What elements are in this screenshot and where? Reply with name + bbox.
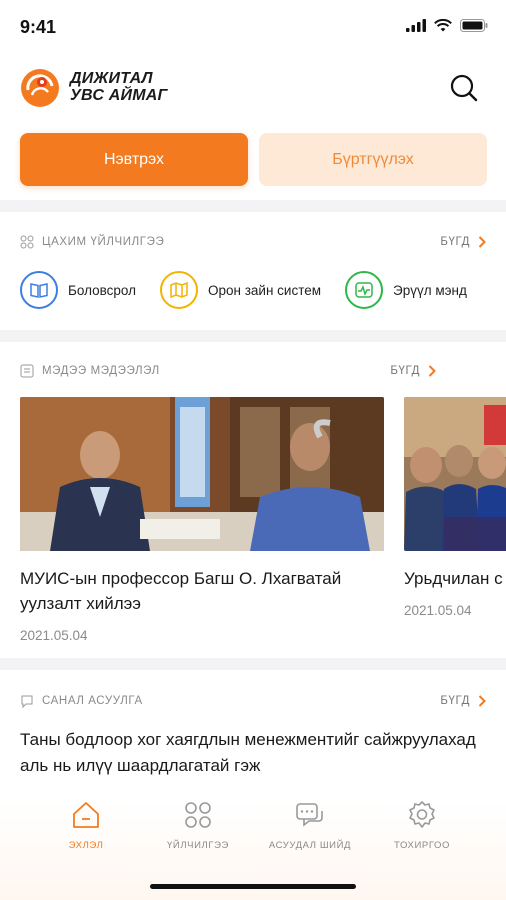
news-section-title: МЭДЭЭ МЭДЭЭЛЭЛ: [42, 365, 160, 377]
news-see-all[interactable]: БҮГД: [390, 365, 436, 377]
chat-icon: [296, 803, 323, 827]
news-title: Урьдчилан с шинжилгээ, с: [404, 569, 506, 588]
grid-icon: [20, 235, 34, 249]
status-time: 9:41: [20, 17, 57, 37]
poll-question[interactable]: Таны бодлоор хог хаягдлын менежментийг с…: [20, 727, 490, 779]
login-button[interactable]: Нэвтрэх: [20, 133, 248, 186]
services-section-title: ЦАХИМ ҮЙЛЧИЛГЭЭ: [42, 236, 165, 248]
news-date: 2021.05.04: [404, 603, 472, 618]
home-indicator: [150, 884, 356, 889]
tab-home[interactable]: ЭХЛЭЛ: [31, 800, 141, 851]
chevron-right-icon: [478, 236, 486, 248]
tab-issue-solve[interactable]: АСУУДАЛ ШИЙД: [255, 800, 365, 851]
news-title: МУИС-ын профессор Багш О. Лхагватай уулз…: [20, 569, 342, 613]
logo-text: ДИЖИТАЛ УВС АЙМАГ: [70, 70, 168, 104]
logo-line2: УВС АЙМАГ: [70, 87, 168, 104]
service-health[interactable]: Эрүүл мэнд: [345, 270, 467, 310]
services-see-all[interactable]: БҮГД: [440, 236, 486, 248]
search-icon[interactable]: [448, 72, 480, 104]
chat-bubble-icon: [21, 695, 33, 708]
battery-icon: [460, 19, 488, 32]
settings-icon: [409, 801, 435, 828]
auth-buttons: Нэвтрэх Бүртгүүлэх: [20, 133, 487, 186]
see-all-label: БҮГД: [440, 695, 470, 707]
signal-icon: [406, 19, 426, 32]
logo-line1: ДИЖИТАЛ: [70, 70, 153, 87]
tab-services[interactable]: ҮЙЛЧИЛГЭЭ: [143, 800, 253, 851]
map-icon: [159, 271, 198, 309]
poll-see-all[interactable]: БҮГД: [440, 695, 486, 707]
section-divider: [0, 200, 506, 212]
tab-label: АСУУДАЛ ШИЙД: [268, 840, 352, 851]
service-spatial-system[interactable]: Орон зайн систем: [159, 270, 322, 310]
news-image: [404, 397, 506, 551]
health-icon: [345, 271, 384, 309]
status-bar: 9:41: [0, 0, 506, 56]
poll-section-title: САНАЛ АСУУЛГА: [42, 695, 143, 707]
see-all-label: БҮГД: [440, 236, 470, 248]
home-icon: [73, 802, 99, 828]
services-list: Боловсрол Орон зайн систем Эрүүл мэнд: [20, 270, 506, 310]
section-divider: [0, 658, 506, 670]
tab-label: ҮЙЛЧИЛГЭЭ: [167, 840, 229, 851]
service-label: Эрүүл мэнд: [393, 282, 467, 298]
logo-icon: [21, 69, 59, 107]
news-date: 2021.05.04: [20, 628, 88, 643]
poll-section-header: САНАЛ АСУУЛГА БҮГД: [20, 692, 486, 710]
services-section-header: ЦАХИМ ҮЙЛЧИЛГЭЭ БҮГД: [20, 233, 486, 251]
section-divider: [0, 330, 506, 342]
service-education[interactable]: Боловсрол: [20, 270, 136, 310]
news-section-header: МЭДЭЭ МЭДЭЭЛЭЛ БҮГД: [20, 362, 486, 380]
register-button[interactable]: Бүртгүүлэх: [259, 133, 487, 186]
tab-label: ТОХИРГОО: [393, 840, 451, 851]
chevron-right-icon: [428, 365, 436, 377]
tab-settings[interactable]: ТОХИРГОО: [367, 800, 477, 851]
service-label: Орон зайн систем: [207, 282, 322, 298]
bottom-tab-bar: ЭХЛЭЛ ҮЙЛЧИЛГЭЭ АСУУДАЛ ШИЙД ТОХИРГОО: [0, 778, 506, 900]
service-label: Боловсрол: [68, 282, 136, 298]
book-icon: [20, 271, 58, 309]
news-card[interactable]: МУИС-ын профессор Багш О. Лхагватай уулз…: [20, 397, 384, 643]
status-icons: [406, 19, 488, 32]
news-card[interactable]: Урьдчилан с шинжилгээ, с 2021.05.04: [404, 397, 506, 618]
chevron-right-icon: [478, 695, 486, 707]
news-image: [20, 397, 384, 551]
news-icon: [20, 364, 34, 378]
app-header: ДИЖИТАЛ УВС АЙМАГ: [0, 62, 506, 118]
services-grid-icon: [185, 802, 211, 828]
see-all-label: БҮГД: [390, 365, 420, 377]
wifi-icon: [434, 19, 452, 32]
tab-label: ЭХЛЭЛ: [68, 840, 104, 851]
